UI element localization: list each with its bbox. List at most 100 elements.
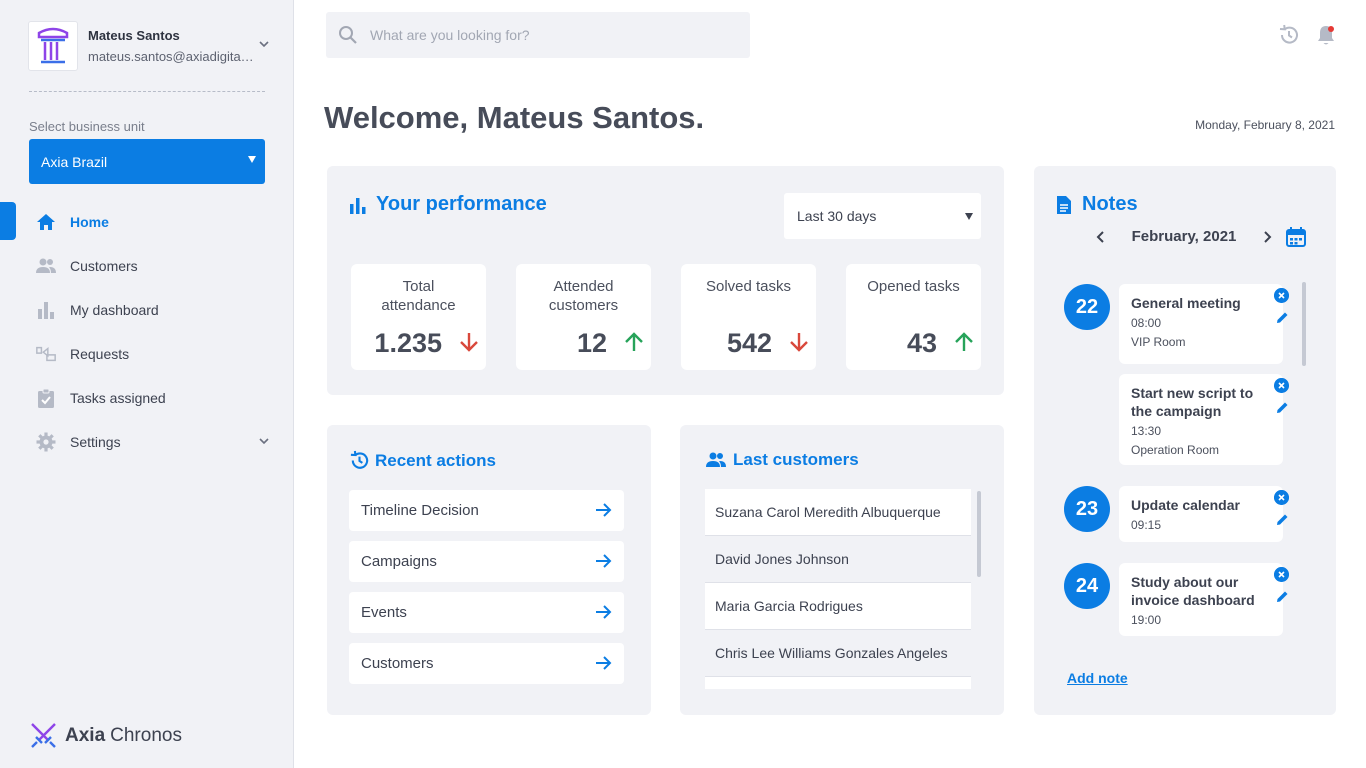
customer-row[interactable]: Chris Lee Williams Gonzales Angeles (705, 630, 971, 677)
arrow-down-icon (460, 333, 478, 352)
customer-row[interactable] (705, 677, 971, 689)
day-badge: 24 (1064, 563, 1110, 609)
scrollbar-thumb[interactable] (1302, 282, 1306, 366)
close-icon[interactable] (1274, 567, 1289, 582)
customer-list[interactable]: Suzana Carol Meredith Albuquerque David … (705, 489, 971, 689)
date-range-select[interactable]: Last 30 days (784, 193, 981, 239)
notes-list[interactable]: 22 General meeting 08:00 VIP Room Start … (1034, 278, 1336, 652)
close-icon[interactable] (1274, 490, 1289, 505)
search-bar[interactable] (326, 12, 750, 58)
nav-label: Customers (70, 258, 138, 274)
note-time: 13:30 (1131, 424, 1162, 438)
recent-actions-title-row: Recent actions (349, 450, 496, 471)
nav-item-tasks-assigned[interactable]: Tasks assigned (0, 376, 294, 420)
users-icon (35, 255, 57, 277)
last-customers-title-row: Last customers (705, 450, 859, 470)
nav-item-my-dashboard[interactable]: My dashboard (0, 288, 294, 332)
arrow-right-icon (596, 656, 612, 670)
customer-row[interactable]: David Jones Johnson (705, 536, 971, 583)
arrow-right-icon (596, 605, 612, 619)
scrollbar-thumb[interactable] (977, 491, 981, 577)
document-icon (1057, 195, 1071, 214)
business-unit-select[interactable]: Axia Brazil (29, 139, 265, 184)
note-card[interactable]: Update calendar 09:15 (1119, 486, 1283, 542)
close-icon[interactable] (1274, 288, 1289, 303)
home-icon (35, 211, 57, 233)
note-room: Operation Room (1131, 443, 1220, 457)
pencil-icon[interactable] (1275, 310, 1290, 325)
pencil-icon[interactable] (1275, 589, 1290, 604)
kpi-card-solved-tasks: Solved tasks 542 (681, 264, 816, 370)
pillar-logo-icon (37, 27, 69, 64)
kpi-value: 542 (726, 328, 772, 358)
month-navigator: February, 2021 (1094, 228, 1274, 245)
brand-primary: Axia (65, 724, 106, 746)
add-note-link[interactable]: Add note (1067, 670, 1128, 686)
kpi-card-opened-tasks: Opened tasks 43 (846, 264, 981, 370)
pencil-icon[interactable] (1275, 400, 1290, 415)
users-icon (706, 452, 726, 467)
history-icon (350, 450, 369, 469)
note-title: General meeting (1131, 295, 1241, 311)
note-card[interactable]: General meeting 08:00 VIP Room (1119, 284, 1283, 364)
performance-title: Your performance (376, 193, 547, 215)
bar-chart-icon (35, 299, 57, 321)
day-badge: 23 (1064, 486, 1110, 532)
arrow-up-icon (955, 332, 973, 351)
requests-icon (35, 343, 57, 365)
performance-title-row: Your performance (349, 193, 547, 216)
chevron-down-icon[interactable] (258, 436, 270, 446)
recent-action-label: Events (361, 604, 407, 621)
customer-name: Suzana Carol Meredith Albuquerque (715, 504, 941, 520)
user-card[interactable]: Mateus Santos mateus.santos@axiadigital.… (28, 21, 273, 73)
notes-title-row: Notes (1056, 193, 1138, 216)
nav-item-requests[interactable]: Requests (0, 332, 294, 376)
search-input[interactable] (370, 27, 730, 43)
brand-secondary: Chronos (110, 724, 182, 746)
crossed-swords-icon (31, 723, 56, 748)
nav-item-settings[interactable]: Settings (0, 420, 294, 464)
close-icon[interactable] (1274, 378, 1289, 393)
note-card[interactable]: Start new script to the campaign 13:30 O… (1119, 374, 1283, 465)
recent-action-item[interactable]: Events (349, 592, 624, 633)
user-email: mateus.santos@axiadigital.com (88, 49, 256, 64)
arrow-down-icon (790, 333, 808, 352)
nav-item-customers[interactable]: Customers (0, 244, 294, 288)
nav-label: Requests (70, 346, 130, 362)
customer-row[interactable]: Maria Garcia Rodrigues (705, 583, 971, 630)
note-title: Study about our invoice dashboard (1131, 574, 1255, 608)
nav-label: Settings (70, 434, 121, 450)
sidebar: Mateus Santos mateus.santos@axiadigital.… (0, 0, 294, 768)
chevron-left-icon[interactable] (1094, 230, 1106, 244)
nav-label: Tasks assigned (70, 390, 166, 406)
recent-actions-panel: Recent actions Timeline Decision Campaig… (327, 425, 651, 715)
kpi-card-total-attendance: Total attendance 1.235 (351, 264, 486, 370)
calendar-icon[interactable] (1285, 226, 1307, 248)
pencil-icon[interactable] (1275, 512, 1290, 527)
nav-label: Home (70, 214, 109, 230)
recent-actions-title: Recent actions (375, 450, 496, 470)
arrow-up-icon (625, 332, 643, 351)
recent-action-label: Timeline Decision (361, 502, 479, 519)
recent-action-item[interactable]: Customers (349, 643, 624, 684)
gear-icon (35, 431, 57, 453)
chevron-right-icon[interactable] (1262, 230, 1274, 244)
current-month: February, 2021 (1131, 228, 1237, 245)
recent-action-item[interactable]: Campaigns (349, 541, 624, 582)
search-icon (339, 26, 357, 44)
kpi-value: 12 (576, 328, 607, 358)
kpi-label: Attended customers (548, 278, 619, 314)
nav-item-home[interactable]: Home (0, 200, 294, 244)
active-indicator (0, 202, 16, 240)
note-card[interactable]: Study about our invoice dashboard 19:00 (1119, 563, 1283, 636)
note-time: 19:00 (1131, 613, 1162, 627)
kpi-label: Solved tasks (705, 278, 792, 295)
date-range-value: Last 30 days (797, 208, 877, 224)
history-icon[interactable] (1278, 24, 1300, 46)
arrow-right-icon (596, 503, 612, 517)
kpi-card-attended-customers: Attended customers 12 (516, 264, 651, 370)
customer-row[interactable]: Suzana Carol Meredith Albuquerque (705, 489, 971, 536)
note-title: Update calendar (1131, 497, 1240, 513)
recent-action-item[interactable]: Timeline Decision (349, 490, 624, 531)
chevron-down-icon[interactable] (258, 39, 270, 49)
